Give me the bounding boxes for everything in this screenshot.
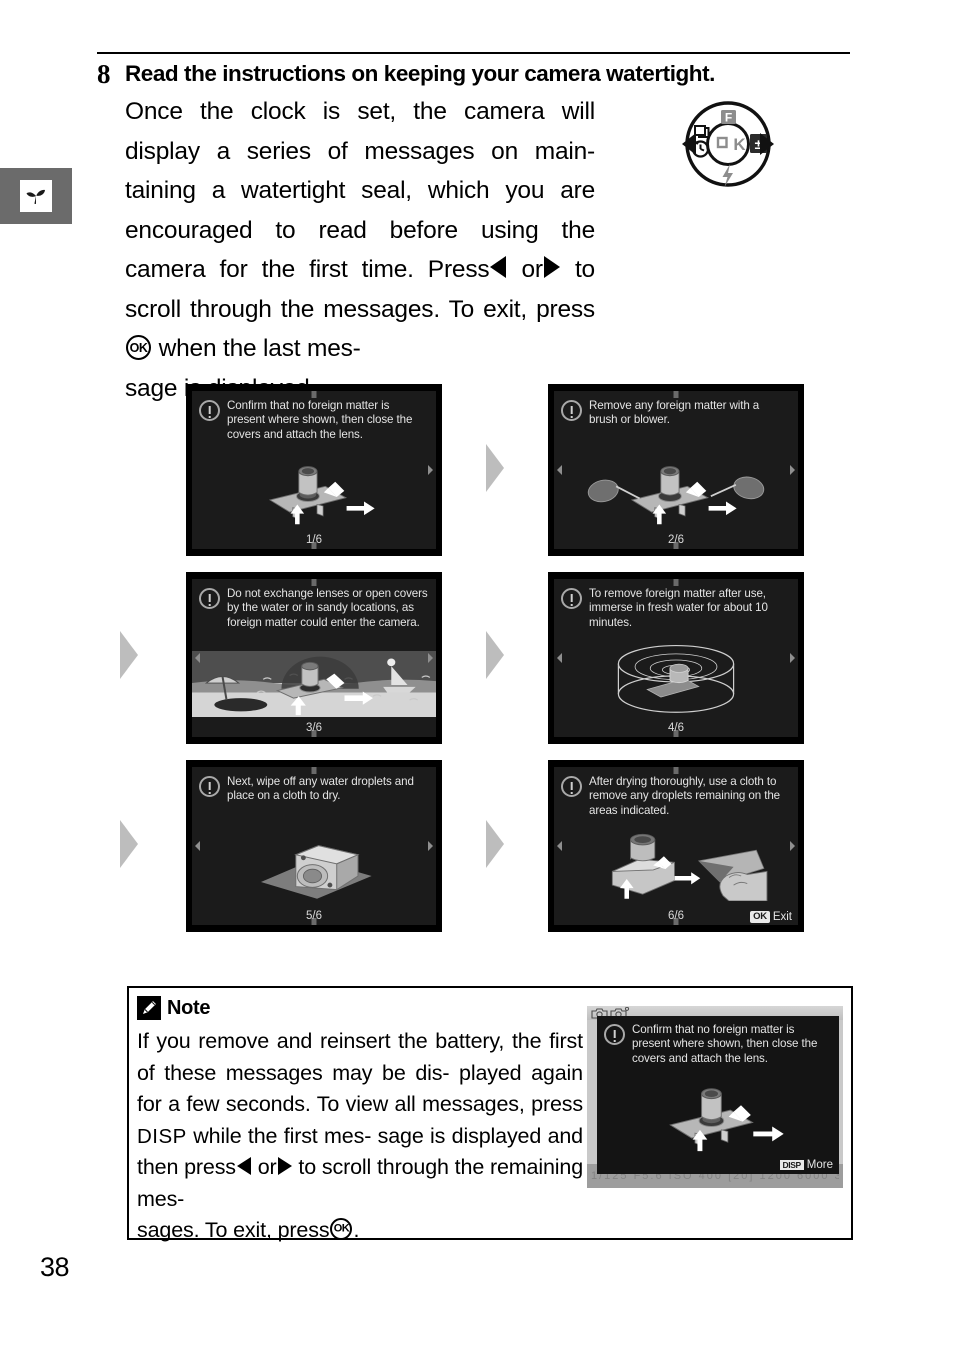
more-hint: DISP More (779, 1159, 833, 1171)
prev-arrow-icon[interactable] (557, 653, 562, 663)
prev-arrow-icon[interactable] (557, 465, 562, 475)
svg-text:F: F (725, 111, 732, 125)
screen-counter: 4/6 (668, 722, 684, 734)
ok-button-chip: OK (750, 911, 770, 923)
pencil-icon (137, 996, 161, 1020)
flow-chevron-5 (484, 818, 506, 870)
more-label: More (806, 1159, 833, 1171)
inset-artwork-camera-mount (597, 1074, 839, 1152)
screen-thumbnail-1: Confirm that no foreign matter is presen… (186, 384, 442, 556)
step-heading: 8 Read the instructions on keeping your … (97, 58, 857, 90)
exit-label: Exit (772, 911, 792, 923)
body-line-3: taining a watertight seal, which you (125, 177, 545, 204)
screen-artwork-camera-mount (192, 453, 436, 525)
screen-thumbnail-3: Do not exchange lenses or open covers by… (186, 572, 442, 744)
note-inset-screenshot: 1/125 F5.6 ISO 400 [20] 1200 6000 3 . 2 … (587, 1006, 843, 1188)
screen-thumbnail-4: To remove foreign matter after use, imme… (548, 572, 804, 744)
screen-counter: 1/6 (306, 534, 322, 546)
page-number: 38 (40, 1252, 70, 1282)
note-line-7a: sages. To exit, press (137, 1218, 330, 1242)
screen-artwork-beach (192, 651, 436, 717)
screen-thumbnail-6: After drying thoroughly, use a cloth to … (548, 760, 804, 932)
screen-notch-top (673, 579, 679, 586)
body-line-7a: To exit, press (448, 295, 596, 323)
exit-hint: OK Exit (750, 911, 792, 923)
screen-thumbnail-2: Remove any foreign matter with a brush o… (548, 384, 804, 556)
flow-chevron-1 (484, 442, 506, 494)
seedling-icon (20, 180, 52, 212)
screen-counter: 3/6 (306, 722, 322, 734)
screen-artwork-hand-cloth (554, 829, 798, 901)
screen-artwork-water-basin (554, 641, 798, 713)
next-arrow-icon[interactable] (428, 841, 433, 851)
screen-message: After drying thoroughly, use a cloth to … (589, 775, 781, 817)
warning-icon (199, 776, 220, 797)
screen-notch-top (311, 767, 317, 774)
warning-icon (604, 1024, 625, 1045)
note-callout: Note If you remove and reinsert the batt… (127, 986, 853, 1242)
prev-arrow-icon[interactable] (195, 841, 200, 851)
prev-arrow-icon[interactable] (195, 653, 200, 663)
step-number: 8 (97, 59, 111, 89)
inset-message: Confirm that no foreign matter is presen… (632, 1023, 818, 1065)
screen-message: Remove any foreign matter with a brush o… (589, 399, 760, 427)
note-line-5b: or (257, 1155, 277, 1179)
prev-arrow-icon[interactable] (557, 841, 562, 851)
right-arrow-icon (543, 256, 560, 278)
body-line-1: Once the clock is set, the camera will (125, 98, 595, 125)
step-body-text: Once the clock is set, the camera will d… (125, 92, 595, 408)
screen-artwork-camera-on-cloth (192, 829, 436, 901)
body-line-6a: or (521, 256, 544, 283)
screen-notch-top (311, 391, 317, 398)
header-rule (97, 52, 850, 54)
note-body-text: If you remove and reinsert the battery, … (137, 1026, 583, 1247)
next-arrow-icon[interactable] (428, 653, 433, 663)
body-line-7b: when the last mes- (158, 335, 361, 362)
warning-icon (561, 776, 582, 797)
body-line-2: display a series of messages on main- (125, 137, 595, 165)
warning-icon (199, 588, 220, 609)
screen-counter: 5/6 (306, 910, 322, 922)
page-title: Read the instructions on keeping your ca… (125, 61, 715, 86)
flow-chevron-4 (118, 818, 140, 870)
note-line-1: If you remove and reinsert the battery, (137, 1029, 505, 1053)
screen-notch-top (673, 767, 679, 774)
note-line-7b: . (353, 1218, 360, 1242)
left-arrow-icon (490, 256, 507, 278)
note-line-4a: messages, press (422, 1092, 583, 1116)
warning-icon (199, 400, 220, 421)
note-header: Note (137, 996, 211, 1020)
next-arrow-icon[interactable] (790, 841, 795, 851)
ok-button-icon (330, 1218, 353, 1240)
warning-icon (561, 400, 582, 421)
multi-selector-diagram: K F ± (648, 88, 808, 198)
note-line-7: sages. To exit, press. (137, 1215, 583, 1247)
message-screens-sequence: Confirm that no foreign matter is presen… (118, 384, 838, 944)
screen-message: To remove foreign matter after use, imme… (589, 587, 768, 629)
screen-notch-top (311, 579, 317, 586)
disp-button-icon: DISP (137, 1124, 187, 1148)
ok-button-icon (126, 335, 151, 360)
screen-thumbnail-5: Next, wipe off any water droplets and pl… (186, 760, 442, 932)
inset-message-overlay: Confirm that no foreign matter is presen… (597, 1016, 839, 1174)
note-line-4c: while the first mes- (193, 1123, 372, 1148)
screen-counter: 2/6 (668, 534, 684, 546)
next-arrow-icon[interactable] (790, 653, 795, 663)
next-arrow-icon[interactable] (428, 465, 433, 475)
right-arrow-icon (277, 1157, 292, 1175)
flow-chevron-3 (484, 629, 506, 681)
svg-text:K: K (733, 135, 746, 154)
disp-button-chip: DISP (779, 1159, 804, 1171)
next-arrow-icon[interactable] (790, 465, 795, 475)
screen-artwork-blowers (554, 453, 798, 525)
flow-chevron-2 (118, 629, 140, 681)
warning-icon (561, 588, 582, 609)
note-title: Note (167, 996, 211, 1019)
screen-notch-top (673, 391, 679, 398)
screen-message: Confirm that no foreign matter is presen… (227, 399, 413, 441)
chapter-tab-setup (0, 168, 72, 224)
screen-message: Next, wipe off any water droplets and pl… (227, 775, 414, 803)
left-arrow-icon (236, 1157, 251, 1175)
screen-message: Do not exchange lenses or open covers by… (227, 587, 428, 629)
